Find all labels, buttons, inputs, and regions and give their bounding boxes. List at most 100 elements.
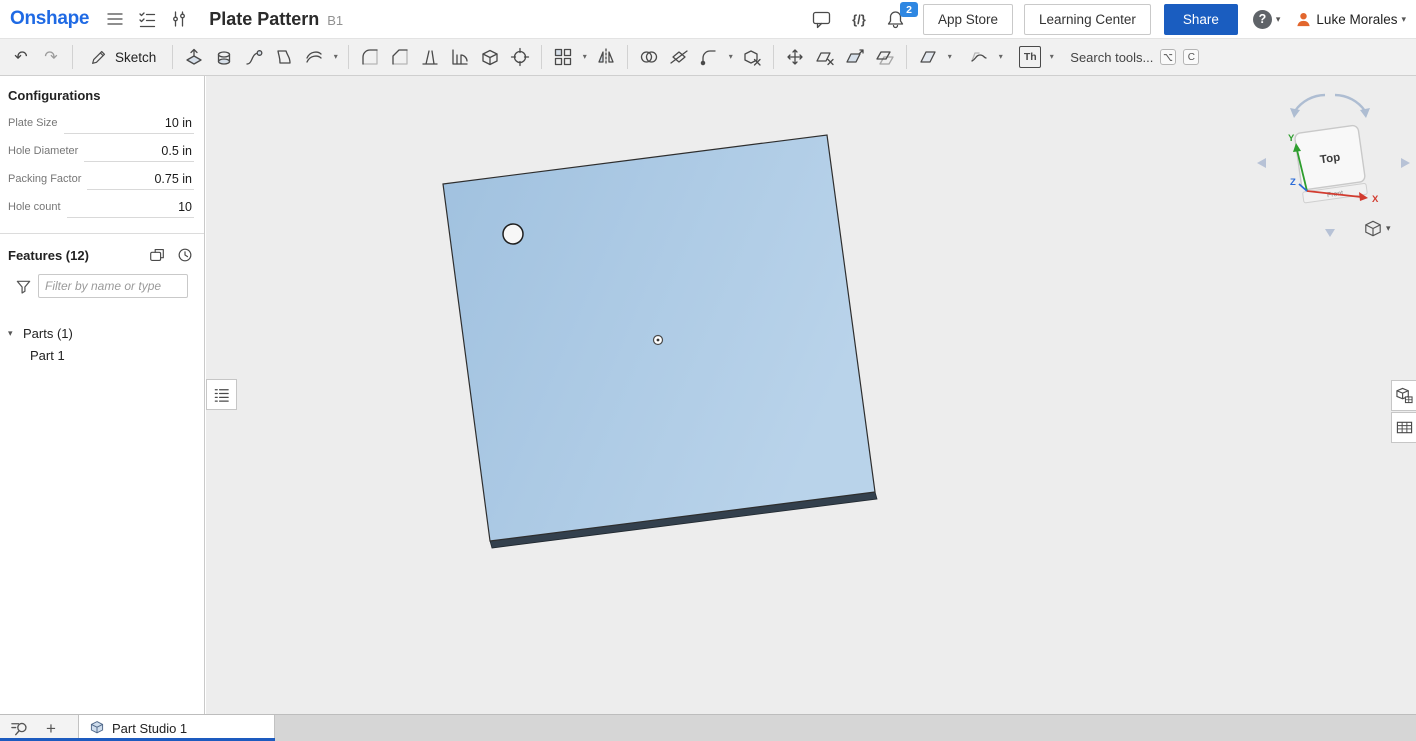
rib-icon (449, 46, 471, 68)
shell-icon (479, 46, 501, 68)
filter-icon[interactable] (15, 278, 32, 295)
mirror-button[interactable] (591, 42, 621, 72)
construction-geometry-dropdown[interactable]: ▾ (943, 42, 956, 72)
view-options-button[interactable]: ▾ (1360, 218, 1395, 239)
list-icon (212, 385, 231, 404)
revolve-button[interactable] (209, 42, 239, 72)
split-button[interactable] (664, 42, 694, 72)
notification-badge: 2 (900, 2, 918, 17)
feature-tree: ▾ Parts (1) Part 1 (0, 308, 204, 366)
th-icon: Th (1019, 46, 1041, 68)
onshape-logo[interactable]: Onshape (10, 8, 89, 30)
user-menu-button[interactable]: Luke Morales ▾ (1295, 11, 1406, 28)
extrude-icon (183, 46, 205, 68)
plate-hole[interactable] (503, 224, 523, 244)
clock-icon (176, 246, 194, 264)
surface-button[interactable] (964, 42, 994, 72)
configurations-title: Configurations (0, 76, 204, 109)
surface-icon (968, 46, 990, 68)
cube-grid-icon (1396, 387, 1413, 404)
notifications-button[interactable]: 2 (882, 5, 910, 33)
featurescript-button[interactable]: {/} (845, 5, 873, 33)
insert-elements-button[interactable] (165, 5, 193, 33)
sweep-button[interactable] (239, 42, 269, 72)
thicken-button[interactable] (299, 42, 329, 72)
fillet-button[interactable] (355, 42, 385, 72)
chevron-down-icon: ▾ (334, 53, 338, 61)
feature-list-toggle-button[interactable] (206, 379, 237, 410)
transform-button[interactable] (780, 42, 810, 72)
checklist-icon (137, 9, 157, 29)
plus-icon: + (46, 720, 56, 737)
hole-button[interactable] (505, 42, 535, 72)
shell-button[interactable] (475, 42, 505, 72)
config-value-input[interactable]: 10 in (64, 113, 194, 134)
version-label[interactable]: B1 (327, 13, 343, 28)
undo-button[interactable]: ↶ (6, 42, 36, 72)
history-button[interactable] (176, 246, 194, 264)
option-key-badge (1160, 49, 1176, 65)
add-tab-button[interactable]: + (38, 716, 64, 740)
config-value-input[interactable]: 0.5 in (84, 141, 194, 162)
config-label: Plate Size (8, 117, 58, 129)
help-icon: ? (1253, 10, 1272, 29)
linear-pattern-button[interactable] (548, 42, 578, 72)
pan-right-arrow (1401, 158, 1410, 168)
onshape-app: Onshape Plate Pattern B1 {/} 2 App Store… (0, 0, 1416, 741)
transform-icon (784, 46, 806, 68)
part-list-item[interactable]: Part 1 (0, 344, 204, 366)
app-store-button[interactable]: App Store (923, 4, 1013, 35)
bom-table-button[interactable] (1391, 412, 1416, 443)
sketch-button[interactable]: Sketch (79, 42, 166, 72)
move-face-icon (844, 46, 866, 68)
loft-button[interactable] (269, 42, 299, 72)
config-value-input[interactable]: 10 (67, 197, 194, 218)
offset-surface-button[interactable] (870, 42, 900, 72)
extrude-button[interactable] (179, 42, 209, 72)
display-panel-button[interactable] (1391, 380, 1416, 411)
tab-manager-button[interactable] (6, 716, 32, 740)
graphics-area[interactable]: Top Front Y X Z (206, 76, 1416, 714)
insert-folder-button[interactable] (148, 246, 166, 264)
delete-part-button[interactable] (737, 42, 767, 72)
comments-button[interactable] (808, 5, 836, 33)
axis-z-label: Z (1290, 177, 1296, 188)
surface-tools-dropdown[interactable]: ▾ (994, 42, 1007, 72)
redo-icon: ↷ (44, 47, 57, 67)
search-tools-button[interactable]: Search tools... C (1070, 49, 1199, 65)
solid-tools-dropdown[interactable]: ▾ (329, 42, 342, 72)
rotate-left-arrow (1290, 108, 1300, 118)
offset-surface-icon (874, 46, 896, 68)
chamfer-button[interactable] (385, 42, 415, 72)
draft-button[interactable] (415, 42, 445, 72)
parts-group-row[interactable]: ▾ Parts (1) (0, 322, 204, 344)
modify-fillet-button[interactable] (694, 42, 724, 72)
boolean-button[interactable] (634, 42, 664, 72)
custom-feature-dropdown[interactable]: ▾ (1045, 42, 1058, 72)
main-menu-button[interactable] (101, 5, 129, 33)
move-face-button[interactable] (840, 42, 870, 72)
document-tasks-button[interactable] (133, 5, 161, 33)
filter-row (0, 272, 204, 308)
feature-filter-input[interactable] (38, 274, 188, 298)
chevron-down-icon[interactable]: ▾ (8, 328, 23, 339)
origin-marker[interactable] (654, 336, 663, 345)
modify-tools-dropdown[interactable]: ▾ (724, 42, 737, 72)
boolean-icon (638, 46, 660, 68)
table-icon (1396, 419, 1413, 436)
rib-button[interactable] (445, 42, 475, 72)
delete-face-button[interactable] (810, 42, 840, 72)
help-menu-button[interactable]: ? ▾ (1253, 10, 1281, 29)
plane-button[interactable] (913, 42, 943, 72)
chevron-down-icon: ▾ (948, 53, 952, 61)
parts-group-label: Parts (1) (23, 326, 73, 341)
custom-feature-th-button[interactable]: Th (1015, 42, 1045, 72)
pattern-tools-dropdown[interactable]: ▾ (578, 42, 591, 72)
header-right: {/} 2 App Store Learning Center Share ? … (806, 4, 1406, 35)
loft-icon (273, 46, 295, 68)
config-value-input[interactable]: 0.75 in (87, 169, 194, 190)
share-button[interactable]: Share (1164, 4, 1238, 35)
learning-center-button[interactable]: Learning Center (1024, 4, 1151, 35)
axis-y-label: Y (1288, 133, 1295, 144)
redo-button[interactable]: ↷ (36, 42, 66, 72)
